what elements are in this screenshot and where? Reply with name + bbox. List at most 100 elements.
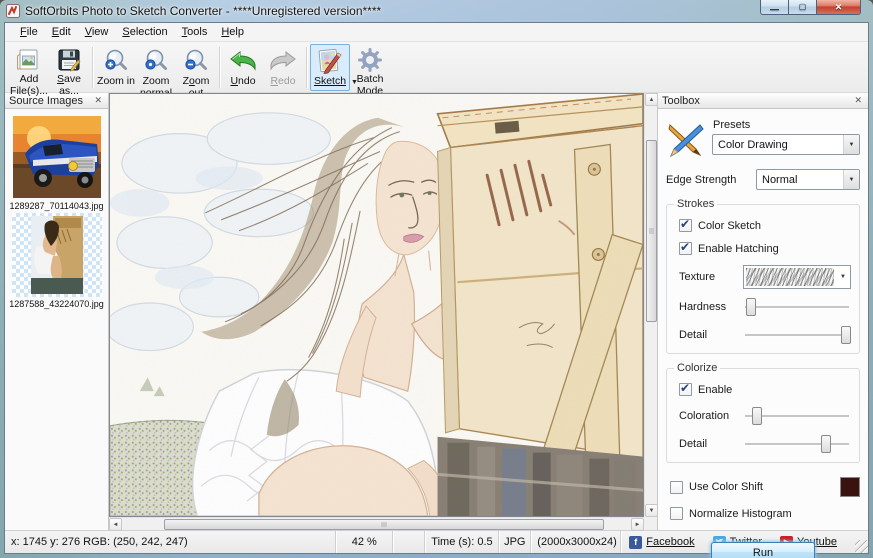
vertical-scrollbar[interactable]: ▲ ▼ bbox=[644, 93, 657, 517]
thumbnail-item[interactable]: 1289287_70114043.jpg bbox=[9, 115, 105, 211]
colorize-detail-slider[interactable] bbox=[743, 434, 851, 454]
use-color-shift-label: Use Color Shift bbox=[689, 481, 763, 493]
color-sketch-checkbox[interactable]: Color Sketch bbox=[679, 219, 851, 232]
enable-hatching-label: Enable Hatching bbox=[698, 243, 779, 255]
source-images-panel: Source Images ✕ bbox=[5, 93, 109, 530]
sketch-icon bbox=[316, 48, 344, 74]
enable-hatching-checkbox[interactable]: Enable Hatching bbox=[679, 242, 851, 255]
menu-tools[interactable]: Tools bbox=[175, 24, 215, 40]
add-files-icon bbox=[16, 48, 42, 72]
thumbnail-filename: 1287588_43224070.jpg bbox=[9, 299, 104, 309]
maximize-button[interactable]: ▢ bbox=[789, 0, 816, 15]
color-shift-swatch[interactable] bbox=[840, 477, 860, 497]
thumbnail-filename: 1289287_70114043.jpg bbox=[10, 201, 104, 211]
save-icon bbox=[57, 48, 81, 72]
colorize-enable-checkbox[interactable]: Enable bbox=[679, 383, 851, 396]
toolbar-separator bbox=[92, 47, 93, 88]
menu-bar: File Edit View Selection Tools Help bbox=[5, 23, 868, 42]
status-empty-cell bbox=[393, 531, 425, 553]
scroll-left-icon[interactable]: ◄ bbox=[109, 518, 122, 531]
slider-thumb[interactable] bbox=[821, 435, 831, 453]
undo-button[interactable]: Undo bbox=[223, 44, 263, 91]
toolbox-close-icon[interactable]: ✕ bbox=[852, 95, 864, 106]
checkbox-icon[interactable] bbox=[679, 242, 692, 255]
zoom-normal-icon bbox=[143, 48, 169, 74]
horizontal-scrollbar-thumb[interactable] bbox=[164, 519, 604, 530]
presets-dropdown[interactable]: Color Drawing ▼ bbox=[712, 134, 860, 155]
edge-strength-dropdown[interactable]: Normal ▼ bbox=[756, 169, 860, 190]
minimize-button[interactable]: — bbox=[760, 0, 789, 15]
menu-view[interactable]: View bbox=[78, 24, 116, 40]
horizontal-scrollbar[interactable]: ◄ ► bbox=[109, 517, 644, 530]
zoom-level-status: 42 % bbox=[336, 531, 393, 553]
toolbox-header: Toolbox ✕ bbox=[658, 93, 868, 109]
hardness-label: Hardness bbox=[679, 301, 743, 313]
zoom-in-button[interactable]: Zoom in bbox=[96, 44, 136, 91]
menu-selection[interactable]: Selection bbox=[115, 24, 174, 40]
colorize-enable-label: Enable bbox=[698, 384, 732, 396]
coloration-label: Coloration bbox=[679, 410, 743, 422]
checkbox-icon[interactable] bbox=[679, 219, 692, 232]
toolbar-separator bbox=[306, 47, 307, 88]
run-button[interactable]: Run bbox=[711, 542, 815, 558]
save-as-button[interactable]: Save as... bbox=[49, 44, 89, 91]
colorize-detail-label: Detail bbox=[679, 438, 743, 450]
facebook-icon: f bbox=[629, 536, 642, 549]
colorize-group: Colorize Enable Coloration Deta bbox=[666, 368, 860, 463]
edge-strength-label: Edge Strength bbox=[666, 174, 756, 186]
strokes-group-label: Strokes bbox=[674, 198, 717, 210]
close-button[interactable]: ✕ bbox=[816, 0, 861, 15]
coloration-slider[interactable] bbox=[743, 406, 851, 426]
pencil-brush-icon bbox=[666, 121, 706, 159]
gear-icon bbox=[358, 48, 382, 72]
image-dimensions-status: (2000x3000x24) bbox=[531, 531, 621, 553]
processing-time-status: Time (s): 0.5 bbox=[425, 531, 499, 553]
chevron-down-icon[interactable]: ▼ bbox=[843, 135, 859, 154]
menu-edit[interactable]: Edit bbox=[45, 24, 78, 40]
normalize-histogram-label: Normalize Histogram bbox=[689, 508, 792, 520]
scroll-down-icon[interactable]: ▼ bbox=[645, 504, 658, 517]
normalize-histogram-checkbox[interactable] bbox=[670, 507, 683, 520]
source-panel-close-icon[interactable]: ✕ bbox=[92, 95, 104, 106]
colorize-group-label: Colorize bbox=[674, 362, 720, 374]
checkbox-icon[interactable] bbox=[679, 383, 692, 396]
chevron-down-icon[interactable]: ▼ bbox=[843, 170, 859, 189]
thumbnail-item-selected[interactable]: 1287588_43224070.jpg bbox=[9, 213, 105, 309]
toolbar: Add File(s)... Save as... bbox=[5, 42, 868, 93]
scroll-right-icon[interactable]: ► bbox=[631, 518, 644, 531]
use-color-shift-checkbox[interactable] bbox=[670, 481, 683, 494]
hardness-slider[interactable] bbox=[743, 297, 851, 317]
redo-icon bbox=[269, 48, 297, 74]
toolbar-overflow-icon[interactable]: ▼ bbox=[351, 79, 358, 86]
texture-dropdown[interactable]: ▼ bbox=[743, 265, 851, 289]
slider-thumb[interactable] bbox=[752, 407, 762, 425]
app-window: SoftOrbits Photo to Sketch Converter - *… bbox=[0, 0, 873, 558]
presets-value: Color Drawing bbox=[713, 135, 843, 154]
canvas-area: ▲ ▼ ◄ ► bbox=[109, 93, 657, 530]
toolbar-separator bbox=[219, 47, 220, 88]
vertical-scrollbar-thumb[interactable] bbox=[646, 140, 657, 322]
color-sketch-label: Color Sketch bbox=[698, 220, 761, 232]
sketch-button[interactable]: Sketch bbox=[310, 44, 350, 91]
sketch-preview-image[interactable] bbox=[109, 93, 644, 517]
menu-file[interactable]: File bbox=[13, 24, 45, 40]
file-format-status: JPG bbox=[499, 531, 531, 553]
chevron-down-icon[interactable]: ▼ bbox=[836, 266, 850, 288]
add-files-button[interactable]: Add File(s)... bbox=[9, 44, 49, 91]
presets-label: Presets bbox=[713, 119, 860, 131]
zoom-normal-button[interactable]: Zoom normal bbox=[136, 44, 176, 91]
strokes-group: Strokes Color Sketch Enable Hatching Tex… bbox=[666, 204, 860, 354]
scroll-up-icon[interactable]: ▲ bbox=[645, 93, 658, 106]
slider-thumb[interactable] bbox=[746, 298, 756, 316]
cursor-position-status: x: 1745 y: 276 RGB: (250, 242, 247) bbox=[5, 531, 336, 553]
redo-button[interactable]: Redo bbox=[263, 44, 303, 91]
thumbnail-truck-image[interactable] bbox=[12, 115, 102, 199]
strokes-detail-label: Detail bbox=[679, 329, 743, 341]
zoom-out-button[interactable]: Zoom out bbox=[176, 44, 216, 91]
slider-thumb[interactable] bbox=[841, 326, 851, 344]
strokes-detail-slider[interactable] bbox=[743, 325, 851, 345]
thumbnail-portrait-image[interactable] bbox=[12, 213, 102, 297]
title-bar[interactable]: SoftOrbits Photo to Sketch Converter - *… bbox=[0, 0, 873, 22]
menu-help[interactable]: Help bbox=[214, 24, 251, 40]
edge-strength-value: Normal bbox=[757, 170, 843, 189]
